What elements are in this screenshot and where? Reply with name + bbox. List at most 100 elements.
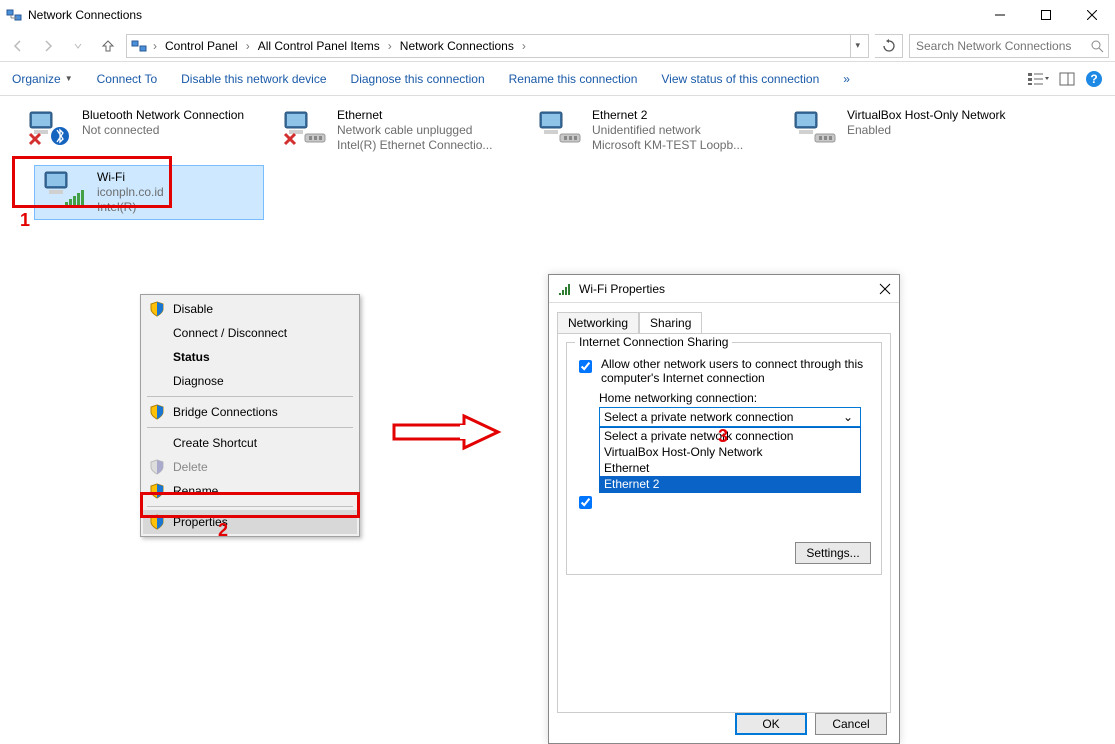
connection-device: Microsoft KM-TEST Loopb... (592, 138, 743, 153)
chevron-down-icon: ▼ (65, 74, 73, 83)
ctx-rename[interactable]: Rename (143, 479, 357, 503)
connect-to-button[interactable]: Connect To (97, 72, 158, 86)
view-status-button[interactable]: View status of this connection (661, 72, 819, 86)
crumb-mid[interactable]: All Control Panel Items (256, 39, 382, 53)
ctx-connect[interactable]: Connect / Disconnect (143, 321, 357, 345)
crumb-sep-icon: › (520, 39, 528, 53)
ctx-bridge[interactable]: Bridge Connections (143, 400, 357, 424)
annotation-label-2: 2 (218, 520, 228, 541)
tab-sharing[interactable]: Sharing (639, 312, 702, 334)
shield-icon (149, 301, 165, 317)
cancel-button[interactable]: Cancel (815, 713, 887, 735)
shield-icon (149, 514, 165, 530)
network-connections-icon (6, 7, 22, 23)
connection-name: Bluetooth Network Connection (82, 108, 244, 123)
help-button[interactable]: ? (1085, 70, 1103, 88)
home-networking-label: Home networking connection: (599, 391, 873, 405)
preview-pane-button[interactable] (1059, 71, 1075, 87)
chevron-down-icon: ⌄ (840, 410, 856, 424)
connection-ethernet2[interactable]: Ethernet 2 Unidentified network Microsof… (530, 104, 785, 157)
ethernet-adapter-icon (536, 108, 584, 148)
nav-row: › Control Panel › All Control Panel Item… (0, 30, 1115, 62)
connection-name: Ethernet 2 (592, 108, 743, 123)
ctx-properties[interactable]: Properties (143, 510, 357, 534)
connection-bluetooth[interactable]: Bluetooth Network Connection Not connect… (20, 104, 275, 157)
maximize-button[interactable] (1023, 0, 1069, 30)
connection-status: Not connected (82, 123, 244, 138)
connection-status: Network cable unplugged (337, 123, 492, 138)
rename-connection-button[interactable]: Rename this connection (509, 72, 638, 86)
home-networking-combo[interactable]: Select a private network connection ⌄ Se… (599, 407, 861, 427)
refresh-button[interactable] (875, 34, 903, 58)
ethernet-adapter-icon (791, 108, 839, 148)
connection-name: VirtualBox Host-Only Network (847, 108, 1006, 123)
context-menu: Disable Connect / Disconnect Status Diag… (140, 294, 360, 537)
view-options-button[interactable] (1027, 71, 1049, 87)
combo-option[interactable]: VirtualBox Host-Only Network (600, 444, 860, 460)
search-input[interactable] (914, 38, 1090, 54)
connection-device: Intel(R) Ethernet Connectio... (337, 138, 492, 153)
connection-name: Ethernet (337, 108, 492, 123)
ics-groupbox-label: Internet Connection Sharing (575, 335, 732, 349)
allow-sharing-label: Allow other network users to connect thr… (601, 357, 873, 385)
shield-icon (149, 404, 165, 420)
crumb-sep-icon: › (244, 39, 252, 53)
close-button[interactable] (1069, 0, 1115, 30)
address-bar[interactable]: › Control Panel › All Control Panel Item… (126, 34, 869, 58)
combo-option[interactable]: Ethernet (600, 460, 860, 476)
ctx-disable[interactable]: Disable (143, 297, 357, 321)
dialog-close-button[interactable] (879, 283, 891, 295)
forward-button[interactable] (36, 34, 60, 58)
allow-control-checkbox[interactable] (579, 496, 592, 509)
combo-option[interactable]: Select a private network connection (600, 428, 860, 444)
content-area: Bluetooth Network Connection Not connect… (0, 96, 1115, 675)
address-icon (131, 38, 147, 54)
ctx-status[interactable]: Status (143, 345, 357, 369)
bluetooth-adapter-icon (26, 108, 74, 148)
annotation-arrow (392, 412, 502, 452)
search-icon (1090, 39, 1104, 53)
shield-icon (149, 459, 165, 475)
connection-ethernet[interactable]: Ethernet Network cable unplugged Intel(R… (275, 104, 530, 157)
more-commands-button[interactable]: » (843, 72, 850, 86)
wifi-adapter-icon (41, 170, 89, 210)
titlebar: Network Connections (0, 0, 1115, 30)
ctx-delete: Delete (143, 455, 357, 479)
window-title: Network Connections (28, 8, 977, 22)
disable-device-button[interactable]: Disable this network device (181, 72, 326, 86)
connection-name: Wi-Fi (97, 170, 164, 185)
allow-sharing-checkbox[interactable] (579, 360, 592, 373)
crumb-root[interactable]: Control Panel (163, 39, 240, 53)
combo-selected-value: Select a private network connection (604, 410, 840, 424)
connection-status: iconpln.co.id (97, 185, 164, 200)
dialog-title: Wi-Fi Properties (579, 282, 879, 296)
connection-status: Enabled (847, 123, 1006, 138)
connection-wifi[interactable]: Wi-Fi iconpln.co.id Intel(R) (34, 165, 264, 220)
connection-status: Unidentified network (592, 123, 743, 138)
annotation-label-1: 1 (20, 210, 30, 231)
up-button[interactable] (96, 34, 120, 58)
tab-networking[interactable]: Networking (557, 312, 639, 334)
ok-button[interactable]: OK (735, 713, 807, 735)
combo-dropdown-list: Select a private network connection Virt… (599, 427, 861, 493)
crumb-leaf[interactable]: Network Connections (398, 39, 516, 53)
ethernet-adapter-icon (281, 108, 329, 148)
wifi-properties-dialog: Wi-Fi Properties Networking Sharing Inte… (548, 274, 900, 744)
dialog-titlebar[interactable]: Wi-Fi Properties (549, 275, 899, 303)
settings-button[interactable]: Settings... (795, 542, 871, 564)
crumb-sep-icon: › (386, 39, 394, 53)
combo-option[interactable]: Ethernet 2 (600, 476, 860, 492)
ctx-separator (147, 427, 353, 428)
search-box[interactable] (909, 34, 1109, 58)
back-button[interactable] (6, 34, 30, 58)
organize-menu[interactable]: Organize ▼ (12, 72, 73, 86)
diagnose-connection-button[interactable]: Diagnose this connection (351, 72, 485, 86)
wifi-icon (557, 281, 573, 297)
connection-virtualbox[interactable]: VirtualBox Host-Only Network Enabled (785, 104, 1040, 157)
ctx-diagnose[interactable]: Diagnose (143, 369, 357, 393)
ctx-shortcut[interactable]: Create Shortcut (143, 431, 357, 455)
minimize-button[interactable] (977, 0, 1023, 30)
ctx-separator (147, 396, 353, 397)
recent-dropdown[interactable] (66, 34, 90, 58)
address-dropdown-icon[interactable]: ▾ (855, 40, 860, 51)
